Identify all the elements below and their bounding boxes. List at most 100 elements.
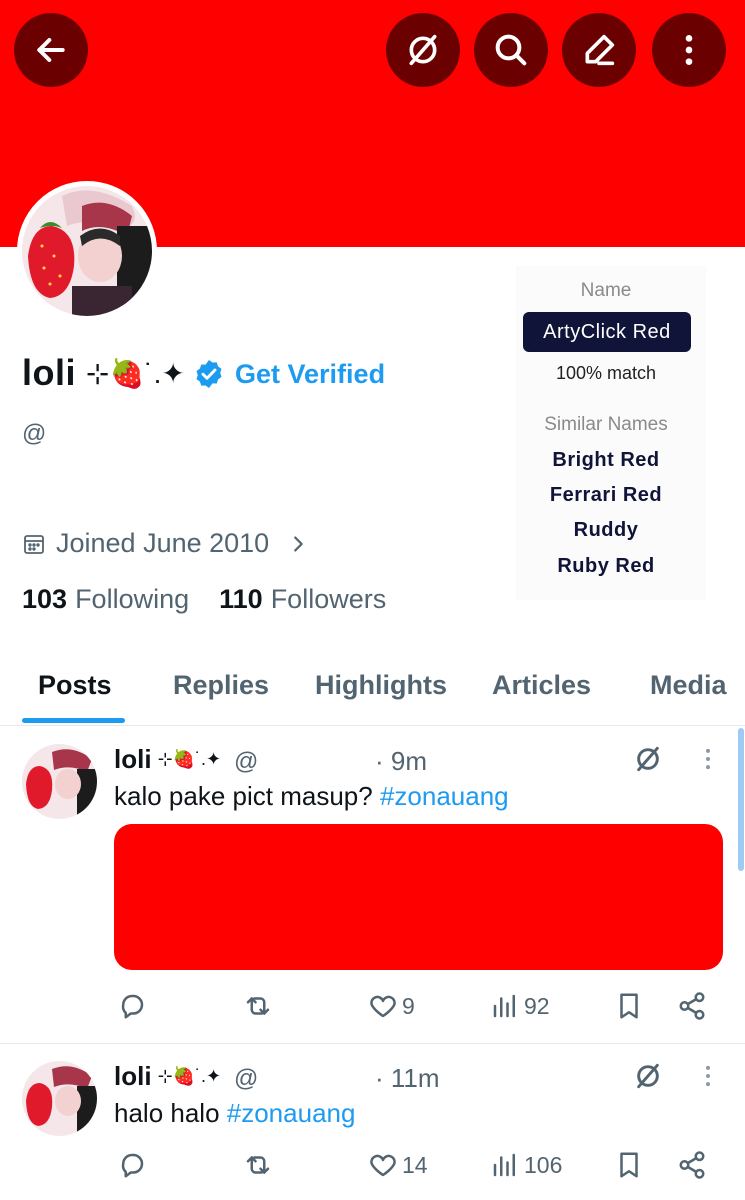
edit-pencil-icon [585, 34, 615, 66]
post-avatar[interactable] [22, 1061, 97, 1136]
display-name-text: loli [22, 352, 76, 393]
similar-name-3: Ruddy [573, 519, 639, 541]
active-tab-indicator [22, 718, 125, 723]
view-count: 106 [524, 1151, 563, 1178]
post-text: halo halo #zonauang [114, 1098, 355, 1129]
back-arrow-icon [37, 38, 65, 62]
color-match: 100% match [555, 363, 657, 383]
share-icon [679, 1151, 705, 1179]
profile-stats: 103 Following 110 Followers [22, 584, 416, 615]
repost-button[interactable] [243, 991, 273, 1021]
back-button[interactable] [14, 13, 88, 87]
post-author[interactable]: loli ⊹🍓˙.✦ [114, 744, 221, 775]
tab-articles[interactable]: Articles [492, 670, 591, 701]
similar-name-1: Bright Red [552, 449, 660, 471]
share-button[interactable] [677, 991, 707, 1021]
post-text: kalo pake pict masup? #zonauang [114, 781, 509, 812]
repost-icon [246, 1156, 270, 1174]
chevron-right-icon [294, 535, 303, 552]
post-item[interactable]: loli ⊹🍓˙.✦ @ · 9m kalo pake pict masup? … [0, 727, 745, 1043]
post-text-body: halo halo [114, 1098, 227, 1128]
grok-button[interactable] [386, 13, 460, 87]
more-vertical-icon[interactable] [694, 1062, 722, 1090]
tab-media[interactable]: Media [650, 670, 727, 701]
views-button[interactable]: 106 [490, 1150, 562, 1180]
like-count: 9 [402, 992, 415, 1019]
joined-date[interactable]: Joined June 2010 [22, 528, 309, 559]
post-handle: @ [234, 1065, 259, 1092]
search-icon [495, 34, 527, 66]
tab-replies[interactable]: Replies [173, 670, 269, 701]
color-name-panel: Name ArtyClick Red 100% match Similar Na… [516, 266, 706, 600]
get-verified-link[interactable]: Get Verified [193, 358, 385, 390]
like-button[interactable]: 14 [368, 1150, 428, 1180]
post-author-decoration: ⊹🍓˙.✦ [157, 1066, 222, 1086]
post-item[interactable]: loli ⊹🍓˙.✦ @ · 11m halo halo #zonauang 1… [0, 1044, 745, 1200]
post-text-body: kalo pake pict masup? [114, 781, 380, 811]
post-avatar-image [22, 1061, 97, 1136]
share-icon [679, 992, 705, 1020]
similar-names-label: Similar Names [544, 414, 668, 435]
post-avatar-image [22, 744, 97, 819]
post-handle: @ [234, 748, 259, 775]
view-count: 92 [524, 992, 550, 1019]
grok-icon[interactable] [632, 743, 664, 775]
heart-icon [370, 995, 396, 1018]
get-verified-text: Get Verified [235, 358, 386, 389]
post-author[interactable]: loli ⊹🍓˙.✦ [114, 1061, 221, 1092]
post-author-name: loli [114, 1061, 152, 1091]
name-decoration: ⊹🍓˙.✦ [86, 357, 185, 389]
avatar-image [22, 186, 152, 316]
reply-button[interactable] [117, 991, 147, 1021]
tab-highlights[interactable]: Highlights [315, 670, 447, 701]
repost-button[interactable] [243, 1150, 273, 1180]
post-media[interactable] [114, 824, 723, 970]
post-time: · 9m [375, 746, 427, 776]
like-count: 14 [402, 1151, 428, 1178]
followers-label: Followers [270, 584, 387, 614]
reply-button[interactable] [117, 1150, 147, 1180]
grok-icon[interactable] [632, 1060, 664, 1092]
similar-name-4: Ruby Red [557, 555, 655, 577]
bookmark-icon [620, 993, 638, 1019]
bookmark-icon [620, 1152, 638, 1178]
profile-avatar[interactable] [17, 181, 157, 321]
reply-icon [121, 1153, 144, 1178]
color-name-label: Name [580, 280, 632, 301]
post-hashtag[interactable]: #zonauang [380, 781, 509, 811]
views-chart-icon [493, 994, 515, 1018]
joined-text: Joined June 2010 [56, 528, 270, 558]
grok-icon [409, 34, 437, 66]
views-button[interactable]: 92 [490, 991, 550, 1021]
post-author-name: loli [114, 744, 152, 774]
following-count: 103 [22, 584, 68, 614]
post-author-decoration: ⊹🍓˙.✦ [157, 749, 222, 769]
following-link[interactable]: 103 Following [22, 584, 189, 615]
more-vertical-icon [685, 35, 693, 65]
tab-posts[interactable]: Posts [38, 670, 112, 701]
search-button[interactable] [474, 13, 548, 87]
bookmark-button[interactable] [614, 1150, 644, 1180]
followers-link[interactable]: 110 Followers [219, 584, 386, 615]
more-button[interactable] [652, 13, 726, 87]
post-avatar[interactable] [22, 744, 97, 819]
like-button[interactable]: 9 [368, 991, 415, 1021]
following-label: Following [75, 584, 190, 614]
verified-badge-icon [196, 360, 222, 388]
profile-tabs: Posts Replies Highlights Articles Media [0, 646, 745, 726]
share-button[interactable] [677, 1150, 707, 1180]
edit-button[interactable] [562, 13, 636, 87]
post-time: · 11m [375, 1063, 440, 1093]
profile-handle: @ [22, 420, 47, 447]
followers-count: 110 [219, 584, 263, 614]
color-name-pill: ArtyClick Red [523, 312, 691, 352]
calendar-icon [24, 534, 44, 554]
display-name: loli ⊹🍓˙.✦ [22, 348, 185, 398]
heart-icon [370, 1154, 396, 1177]
views-chart-icon [493, 1153, 515, 1177]
bookmark-button[interactable] [614, 991, 644, 1021]
post-hashtag[interactable]: #zonauang [227, 1098, 356, 1128]
reply-icon [121, 994, 144, 1019]
more-vertical-icon[interactable] [694, 745, 722, 773]
repost-icon [246, 997, 270, 1015]
